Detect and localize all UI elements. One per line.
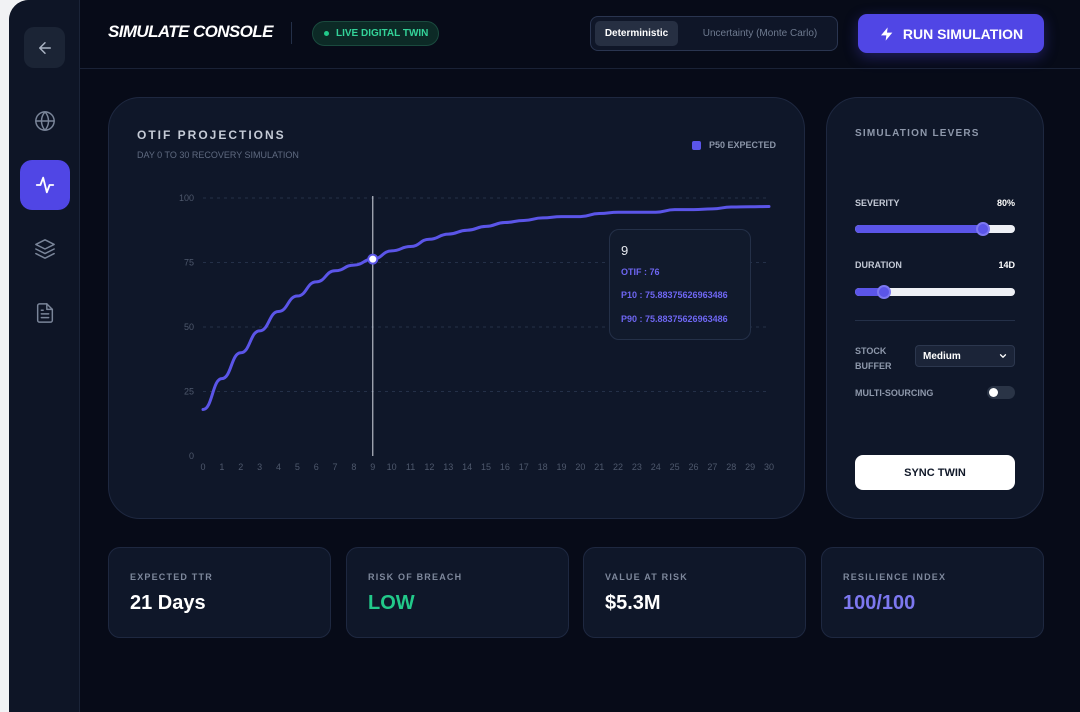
tooltip-p10: P10 : 75.88375626963486 bbox=[621, 290, 728, 300]
y-tick-label: 100 bbox=[179, 193, 194, 203]
x-tick-label: 26 bbox=[689, 462, 699, 472]
sync-twin-button[interactable]: SYNC TWIN bbox=[855, 455, 1015, 490]
x-tick-label: 7 bbox=[333, 462, 338, 472]
otif-chart-card: OTIF PROJECTIONS DAY 0 TO 30 RECOVERY SI… bbox=[108, 97, 805, 519]
tooltip-p90: P90 : 75.88375626963486 bbox=[621, 314, 728, 324]
mode-toggle: Deterministic Uncertainty (Monte Carlo) bbox=[590, 16, 838, 51]
x-tick-label: 25 bbox=[670, 462, 680, 472]
y-tick-label: 50 bbox=[184, 322, 194, 332]
x-tick-label: 4 bbox=[276, 462, 281, 472]
x-tick-label: 10 bbox=[387, 462, 397, 472]
sidebar-item-simulate[interactable] bbox=[20, 160, 70, 210]
severity-slider-thumb[interactable] bbox=[976, 222, 990, 236]
x-tick-label: 23 bbox=[632, 462, 642, 472]
stock-buffer-value: Medium bbox=[923, 350, 961, 362]
tooltip-title: 9 bbox=[621, 243, 629, 258]
page-title: SIMULATE CONSOLE bbox=[108, 22, 273, 41]
x-tick-label: 28 bbox=[726, 462, 736, 472]
x-tick-label: 15 bbox=[481, 462, 491, 472]
stat-card-value-at-risk: VALUE AT RISK $5.3M bbox=[583, 547, 806, 638]
multisourcing-toggle[interactable] bbox=[987, 386, 1015, 399]
levers-divider bbox=[855, 320, 1015, 321]
layers-icon bbox=[35, 239, 55, 259]
severity-value: 80% bbox=[996, 198, 1015, 208]
live-badge: LIVE DIGITAL TWIN bbox=[312, 21, 440, 46]
chart-tooltip: 9 OTIF : 76 P10 : 75.88375626963486 P90 … bbox=[609, 229, 751, 340]
x-tick-label: 16 bbox=[500, 462, 510, 472]
x-tick-label: 22 bbox=[613, 462, 623, 472]
sidebar-item-globe[interactable] bbox=[20, 96, 70, 146]
severity-slider-fill bbox=[855, 225, 983, 233]
chevron-down-icon bbox=[999, 354, 1007, 358]
hover-point bbox=[367, 253, 379, 265]
x-tick-label: 19 bbox=[556, 462, 566, 472]
stat-value: $5.3M bbox=[605, 592, 661, 614]
x-tick-label: 13 bbox=[443, 462, 453, 472]
x-tick-label: 29 bbox=[745, 462, 755, 472]
x-tick-label: 6 bbox=[314, 462, 319, 472]
y-tick-label: 75 bbox=[184, 258, 194, 268]
stat-value: 100/100 bbox=[843, 592, 916, 614]
x-tick-label: 1 bbox=[219, 462, 224, 472]
y-tick-label: 0 bbox=[189, 451, 194, 461]
live-dot-icon bbox=[324, 31, 329, 36]
sidebar-item-reports[interactable] bbox=[20, 288, 70, 338]
stock-buffer-select[interactable]: Medium bbox=[915, 345, 1015, 367]
x-tick-label: 17 bbox=[519, 462, 529, 472]
x-tick-label: 5 bbox=[295, 462, 300, 472]
x-tick-label: 0 bbox=[200, 462, 205, 472]
severity-slider[interactable] bbox=[855, 222, 1015, 236]
run-simulation-label: RUN SIMULATION bbox=[902, 25, 1024, 42]
stat-label: VALUE AT RISK bbox=[605, 572, 688, 582]
severity-label: SEVERITY bbox=[855, 198, 900, 208]
sidebar-item-layers[interactable] bbox=[20, 224, 70, 274]
x-tick-label: 3 bbox=[257, 462, 262, 472]
header-divider bbox=[291, 22, 292, 44]
stat-label: RESILIENCE INDEX bbox=[843, 572, 947, 582]
x-tick-label: 11 bbox=[406, 462, 415, 472]
header: SIMULATE CONSOLE LIVE DIGITAL TWIN Deter… bbox=[80, 0, 1080, 69]
x-tick-label: 21 bbox=[594, 462, 604, 472]
tooltip-otif: OTIF : 76 bbox=[621, 267, 660, 277]
stock-buffer-label: STOCK BUFFER bbox=[855, 346, 892, 371]
x-tick-label: 24 bbox=[651, 462, 661, 472]
duration-value: 14D bbox=[998, 260, 1015, 270]
arrow-left-icon bbox=[38, 41, 51, 54]
x-tick-label: 20 bbox=[575, 462, 585, 472]
simulation-levers-card: SIMULATION LEVERS SEVERITY 80% DURATION … bbox=[826, 97, 1044, 519]
mode-uncertainty-button[interactable]: Uncertainty (Monte Carlo) bbox=[686, 21, 834, 46]
live-badge-label: LIVE DIGITAL TWIN bbox=[336, 28, 429, 39]
stat-card-resilience: RESILIENCE INDEX 100/100 bbox=[821, 547, 1044, 638]
lightning-icon bbox=[880, 26, 893, 41]
x-tick-label: 12 bbox=[424, 462, 434, 472]
globe-icon bbox=[35, 111, 55, 131]
stat-value: 21 Days bbox=[130, 592, 206, 614]
multisourcing-label: MULTI-SOURCING bbox=[855, 388, 934, 398]
duration-slider-thumb[interactable] bbox=[876, 285, 891, 299]
x-tick-label: 30 bbox=[764, 462, 774, 472]
multisourcing-toggle-knob bbox=[989, 388, 998, 397]
x-tick-label: 27 bbox=[707, 462, 717, 472]
duration-slider[interactable] bbox=[855, 285, 1015, 299]
stat-label: EXPECTED TTR bbox=[130, 572, 213, 582]
x-tick-label: 8 bbox=[351, 462, 356, 472]
x-tick-label: 2 bbox=[238, 462, 243, 472]
mode-deterministic-button[interactable]: Deterministic bbox=[595, 21, 678, 46]
x-tick-label: 14 bbox=[462, 462, 472, 472]
sidebar bbox=[9, 0, 80, 712]
stat-value: LOW bbox=[368, 592, 415, 614]
x-tick-label: 9 bbox=[370, 462, 375, 472]
stat-card-ttr: EXPECTED TTR 21 Days bbox=[108, 547, 331, 638]
levers-title: SIMULATION LEVERS bbox=[855, 128, 980, 139]
y-tick-label: 25 bbox=[184, 387, 194, 397]
stat-label: RISK OF BREACH bbox=[368, 572, 463, 582]
run-simulation-button[interactable]: RUN SIMULATION bbox=[858, 14, 1044, 53]
document-icon bbox=[36, 303, 54, 323]
stat-card-risk: RISK OF BREACH LOW bbox=[346, 547, 569, 638]
app-window: SIMULATE CONSOLE LIVE DIGITAL TWIN Deter… bbox=[9, 0, 1080, 712]
x-tick-label: 18 bbox=[538, 462, 548, 472]
activity-icon bbox=[35, 176, 55, 194]
back-button[interactable] bbox=[24, 27, 65, 68]
duration-label: DURATION bbox=[855, 260, 902, 270]
